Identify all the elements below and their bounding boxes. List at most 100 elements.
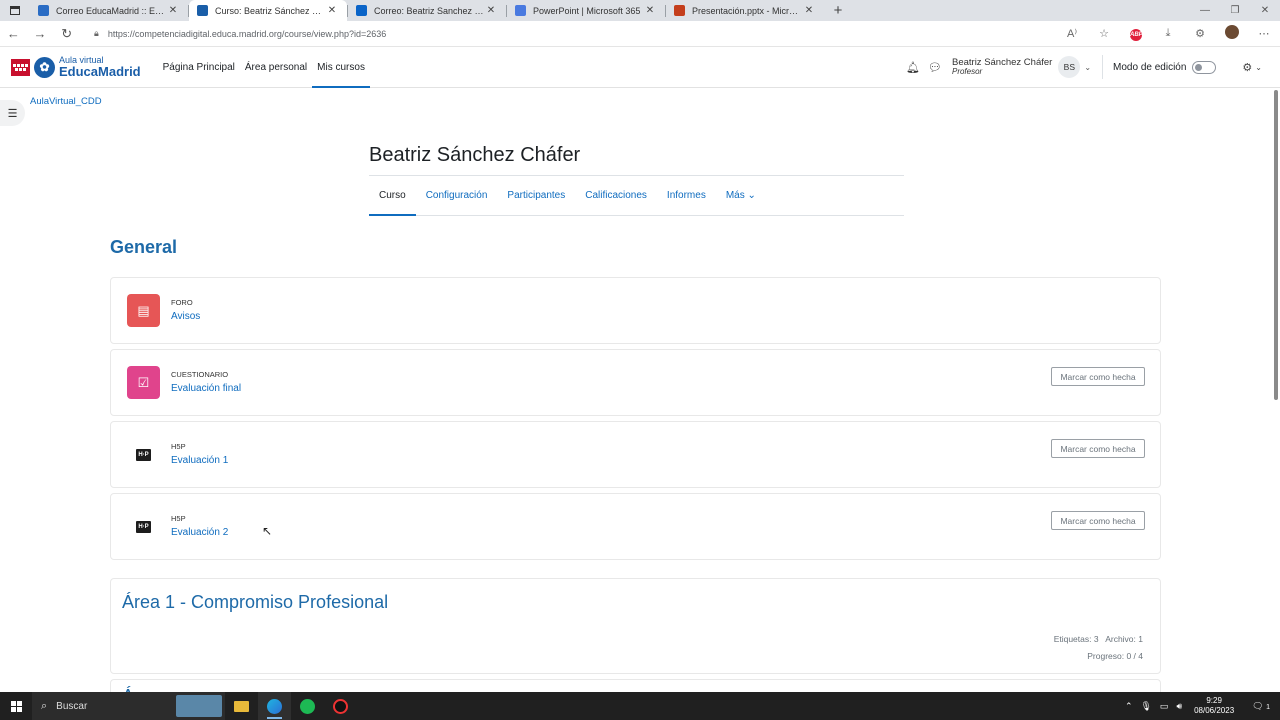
browser-menu-icon[interactable]: ⋯ bbox=[1248, 27, 1280, 40]
browser-tab[interactable]: Presentación.pptx - Microsoft Po✕ bbox=[666, 0, 824, 21]
activity-link[interactable]: Avisos bbox=[171, 311, 200, 322]
nav-dashboard[interactable]: Área personal bbox=[240, 47, 312, 88]
microphone-icon[interactable]: 🎙︎ bbox=[1136, 701, 1155, 712]
edit-mode-label: Modo de edición bbox=[1113, 61, 1187, 73]
mouse-cursor: ↖ bbox=[262, 524, 273, 538]
minimize-icon[interactable]: — bbox=[1190, 5, 1220, 16]
search-placeholder: Buscar bbox=[56, 700, 88, 712]
windows-logo-icon bbox=[10, 700, 22, 712]
user-menu[interactable]: Beatriz Sánchez Cháfer Profesor bbox=[952, 57, 1052, 76]
course-header: Beatriz Sánchez Cháfer Curso Configuració… bbox=[369, 144, 904, 216]
browser-tab[interactable]: Correo: Beatriz Sanchez Chafer -✕ bbox=[348, 0, 506, 21]
maximize-icon[interactable]: ❐ bbox=[1220, 5, 1250, 16]
chevron-up-icon[interactable]: ⌃ bbox=[1121, 701, 1137, 712]
clock[interactable]: 9:29 08/06/2023 bbox=[1186, 696, 1242, 716]
new-tab-button[interactable]: + bbox=[824, 0, 852, 21]
h5p-icon[interactable]: H·P bbox=[127, 510, 160, 543]
nav-my-courses[interactable]: Mis cursos bbox=[312, 47, 370, 88]
madrid-flag-icon bbox=[11, 58, 30, 76]
mark-as-done-button[interactable]: Marcar como hecha bbox=[1051, 511, 1145, 530]
close-icon[interactable]: ✕ bbox=[484, 5, 498, 16]
activity-link[interactable]: Evaluación 1 bbox=[171, 455, 228, 466]
activity-link[interactable]: Evaluación 2 bbox=[171, 527, 228, 538]
lock-icon: 🔒︎ bbox=[94, 28, 99, 38]
tab-grades[interactable]: Calificaciones bbox=[575, 176, 657, 215]
mark-as-done-button[interactable]: Marcar como hecha bbox=[1051, 439, 1145, 458]
close-window-icon[interactable]: ✕ bbox=[1250, 5, 1280, 16]
mortarboard-icon bbox=[197, 5, 208, 16]
close-icon[interactable]: ✕ bbox=[643, 5, 657, 16]
tab-course[interactable]: Curso bbox=[369, 176, 416, 216]
bell-icon[interactable]: 🔔︎ bbox=[902, 61, 924, 74]
notification-count: 1 bbox=[1266, 703, 1270, 711]
edge-taskbar-icon[interactable] bbox=[258, 692, 291, 720]
mark-as-done-button[interactable]: Marcar como hecha bbox=[1051, 367, 1145, 386]
browser-tab-title: Curso: Beatriz Sánchez Cháfer bbox=[215, 5, 325, 16]
reload-icon[interactable]: ↻ bbox=[53, 21, 80, 47]
file-explorer-icon[interactable] bbox=[225, 692, 258, 720]
divider bbox=[1102, 55, 1104, 79]
activity-type: H5P bbox=[171, 442, 186, 451]
browser-tab[interactable]: Correo EducaMadrid :: Entrada✕ bbox=[30, 0, 188, 21]
window-menu-icon[interactable] bbox=[0, 0, 30, 21]
page-title: Beatriz Sánchez Cháfer bbox=[369, 144, 581, 166]
notifications-icon[interactable]: 🗨︎ 1 bbox=[1242, 701, 1280, 712]
browser-profile-avatar[interactable] bbox=[1216, 25, 1248, 42]
start-button[interactable] bbox=[0, 692, 32, 720]
close-icon[interactable]: ✕ bbox=[802, 5, 816, 16]
page-scrollbar[interactable] bbox=[1274, 90, 1278, 400]
windows-taskbar: ⌕ Buscar ⌃ 🎙︎ ▭ 🔊︎ 9:29 08/06/2023 🗨︎ 1 bbox=[0, 692, 1280, 720]
favorite-star-icon[interactable]: ☆ bbox=[1088, 27, 1120, 40]
browser-tab-title: Correo: Beatriz Sanchez Chafer - bbox=[374, 5, 484, 16]
network-icon[interactable]: ▭ bbox=[1156, 701, 1173, 712]
logo-title: EducaMadrid bbox=[59, 64, 141, 79]
read-aloud-icon[interactable]: A⁾ bbox=[1056, 27, 1088, 40]
nav-home[interactable]: Página Principal bbox=[158, 47, 240, 88]
back-icon[interactable]: ← bbox=[0, 21, 27, 47]
extensions-icon[interactable]: ⚙ bbox=[1184, 27, 1216, 40]
close-icon[interactable]: ✕ bbox=[166, 5, 180, 16]
section-title-area-1[interactable]: Área 1 - Compromiso Profesional bbox=[122, 592, 388, 613]
address-bar[interactable]: 🔒︎ https://competenciadigital.educa.madr… bbox=[84, 23, 1053, 44]
section-area-1: Área 1 - Compromiso Profesional Etiqueta… bbox=[110, 578, 1161, 674]
browser-tab[interactable]: PowerPoint | Microsoft 365 ✕ bbox=[507, 0, 665, 21]
activity-link[interactable]: Evaluación final bbox=[171, 383, 241, 394]
browser-tab-title: Presentación.pptx - Microsoft Po bbox=[692, 5, 802, 16]
avatar[interactable]: BS bbox=[1058, 56, 1081, 78]
spotify-icon[interactable] bbox=[291, 692, 324, 720]
list-icon: ☰ bbox=[7, 107, 18, 120]
close-icon[interactable]: ✕ bbox=[325, 5, 339, 16]
activity-type: H5P bbox=[171, 514, 186, 523]
section-title-general[interactable]: General bbox=[110, 237, 177, 258]
tab-reports[interactable]: Informes bbox=[657, 176, 716, 215]
edit-mode-toggle[interactable] bbox=[1192, 60, 1217, 74]
tab-settings[interactable]: Configuración bbox=[416, 176, 498, 215]
gear-icon: ⚙ bbox=[1242, 61, 1253, 74]
activity-item: H·P H5P Evaluación 1 Marcar como hecha bbox=[110, 421, 1161, 488]
chevron-down-icon: ⌄ bbox=[1255, 62, 1262, 72]
course-page: ☰ AulaVirtual_CDD Beatriz Sánchez Cháfer… bbox=[0, 88, 1280, 692]
forward-icon[interactable]: → bbox=[27, 21, 54, 47]
message-icon[interactable]: 💬︎ bbox=[924, 61, 946, 74]
course-index-toggle[interactable]: ☰ bbox=[0, 100, 25, 126]
quiz-icon[interactable]: ☑ bbox=[127, 366, 160, 399]
h5p-icon[interactable]: H·P bbox=[127, 438, 160, 471]
tab-more[interactable]: Más ⌄ bbox=[716, 176, 766, 215]
section-activity-counts: Etiquetas: 3 Archivo: 1 bbox=[1053, 634, 1143, 644]
primary-navigation: Página Principal Área personal Mis curso… bbox=[158, 47, 370, 88]
taskbar-search[interactable]: ⌕ Buscar bbox=[32, 692, 225, 720]
browser-tab[interactable]: Curso: Beatriz Sánchez Cháfer✕ bbox=[189, 0, 347, 21]
download-icon[interactable]: ⤓ bbox=[1152, 27, 1184, 40]
settings-menu[interactable]: ⚙ ⌄ bbox=[1242, 61, 1262, 74]
chevron-down-icon[interactable]: ⌄ bbox=[1084, 63, 1091, 72]
activity-item: ☑ CUESTIONARIO Evaluación final Marcar como… bbox=[110, 349, 1161, 416]
educamadrid-emblem-icon: ✿ bbox=[34, 56, 55, 78]
educamadrid-logo[interactable]: ✿ Aula virtual EducaMadrid bbox=[11, 56, 141, 78]
adblock-icon[interactable]: ABP bbox=[1120, 27, 1152, 41]
tab-participants[interactable]: Participantes bbox=[497, 176, 575, 215]
forum-icon[interactable]: ▤ bbox=[127, 294, 160, 327]
screen-recorder-icon[interactable] bbox=[324, 692, 357, 720]
browser-toolbar: ← → ↻ 🔒︎ https://competenciadigital.educ… bbox=[0, 21, 1280, 47]
breadcrumb[interactable]: AulaVirtual_CDD bbox=[30, 96, 102, 107]
volume-icon[interactable]: 🔊︎ bbox=[1172, 701, 1186, 712]
